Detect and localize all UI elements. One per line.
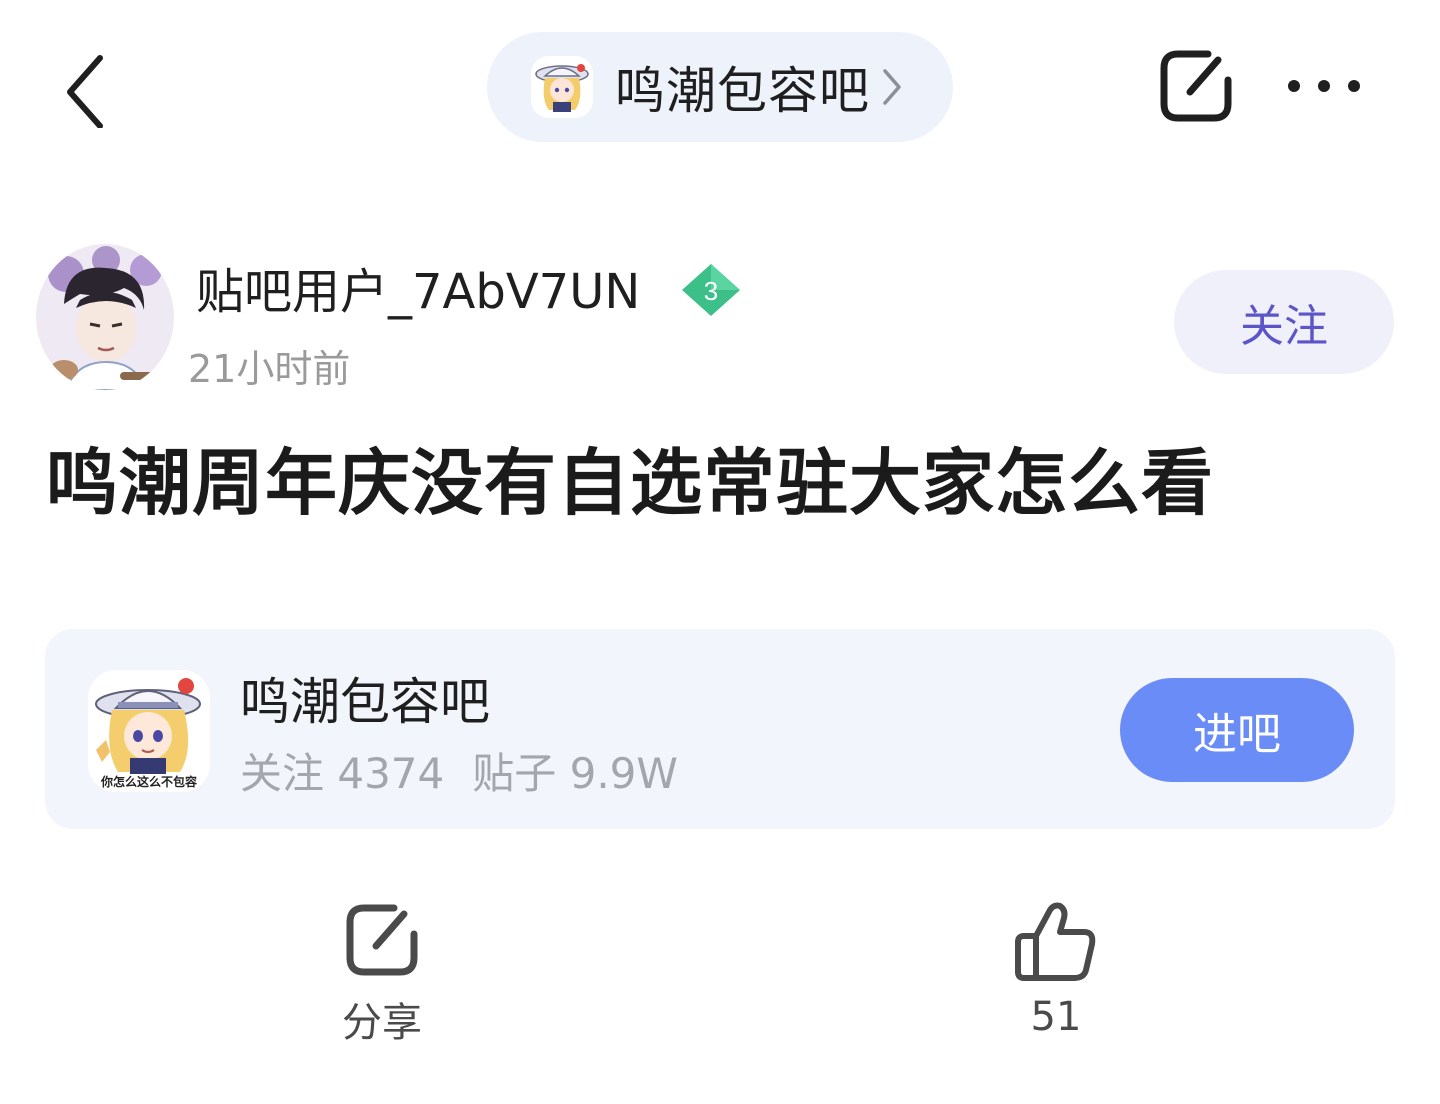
forum-title: 鸣潮包容吧 [615,62,870,120]
back-button[interactable] [40,40,136,136]
chevron-left-icon [67,55,103,128]
followers-count: 关注 4374 [240,749,445,798]
share-icon [346,904,418,976]
share-action[interactable]: 分享 [300,900,464,1060]
thumbs-up-icon [1015,902,1096,981]
share-icon [1160,50,1232,122]
author-name[interactable]: 贴吧用户_7AbV7UN [196,252,640,322]
level-badge: 3 [680,262,742,318]
chevron-right-icon [880,65,904,109]
share-button-top[interactable] [1150,40,1242,132]
more-button[interactable] [1278,40,1370,132]
forum-card-avatar[interactable]: 你怎么这么不包容 [88,670,210,792]
level-diamond-icon: 3 [682,264,740,316]
enter-forum-button[interactable]: 进吧 [1120,678,1354,782]
author-avatar[interactable] [36,244,174,390]
anime-girl-avatar-icon: 你怎么这么不包容 [88,670,210,792]
user-avatar-icon [36,244,174,390]
post-time: 21小时前 [188,347,351,391]
forum-card-name[interactable]: 鸣潮包容吧 [240,662,490,734]
posts-count: 贴子 9.9W [472,749,678,798]
like-count: 51 [1030,994,1082,1040]
forum-card-stats: 关注 4374 贴子 9.9W [240,740,678,801]
level-number: 3 [704,276,718,306]
post-title: 鸣潮周年庆没有自选常驻大家怎么看 [46,441,1215,525]
follow-button[interactable]: 关注 [1174,270,1394,374]
forum-avatar [531,56,593,118]
avatar-caption: 你怎么这么不包容 [100,774,197,789]
forum-header-pill[interactable]: 鸣潮包容吧 [487,32,953,142]
like-action[interactable]: 51 [974,900,1138,1060]
more-dots-icon [1288,80,1360,92]
share-label: 分享 [342,1000,422,1046]
anime-girl-avatar-icon [531,56,593,118]
